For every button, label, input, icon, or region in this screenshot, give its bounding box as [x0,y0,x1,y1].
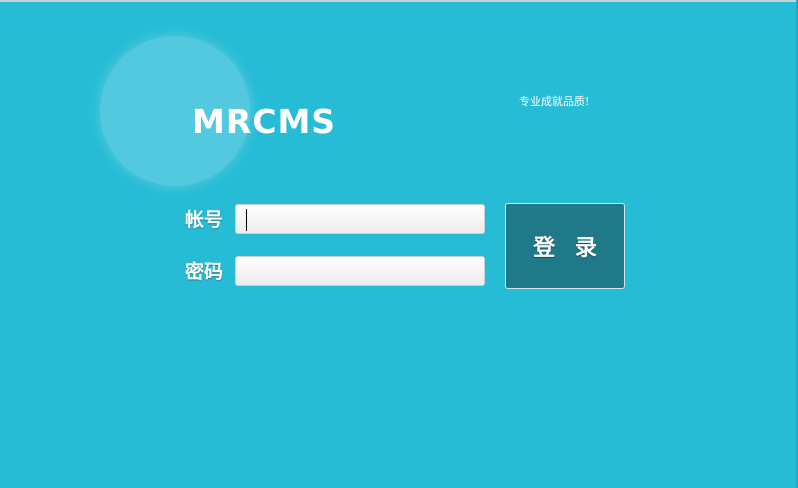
password-input[interactable] [235,256,485,286]
password-label: 密码 [185,261,224,283]
text-caret [246,209,247,231]
login-button[interactable]: 登 录 [505,203,625,289]
account-label: 帐号 [185,209,224,231]
window-top-border [0,0,798,2]
brand-slogan: 专业成就品质! [519,95,590,108]
brand-logo: MRCMS [192,102,337,141]
account-input[interactable] [235,204,485,234]
